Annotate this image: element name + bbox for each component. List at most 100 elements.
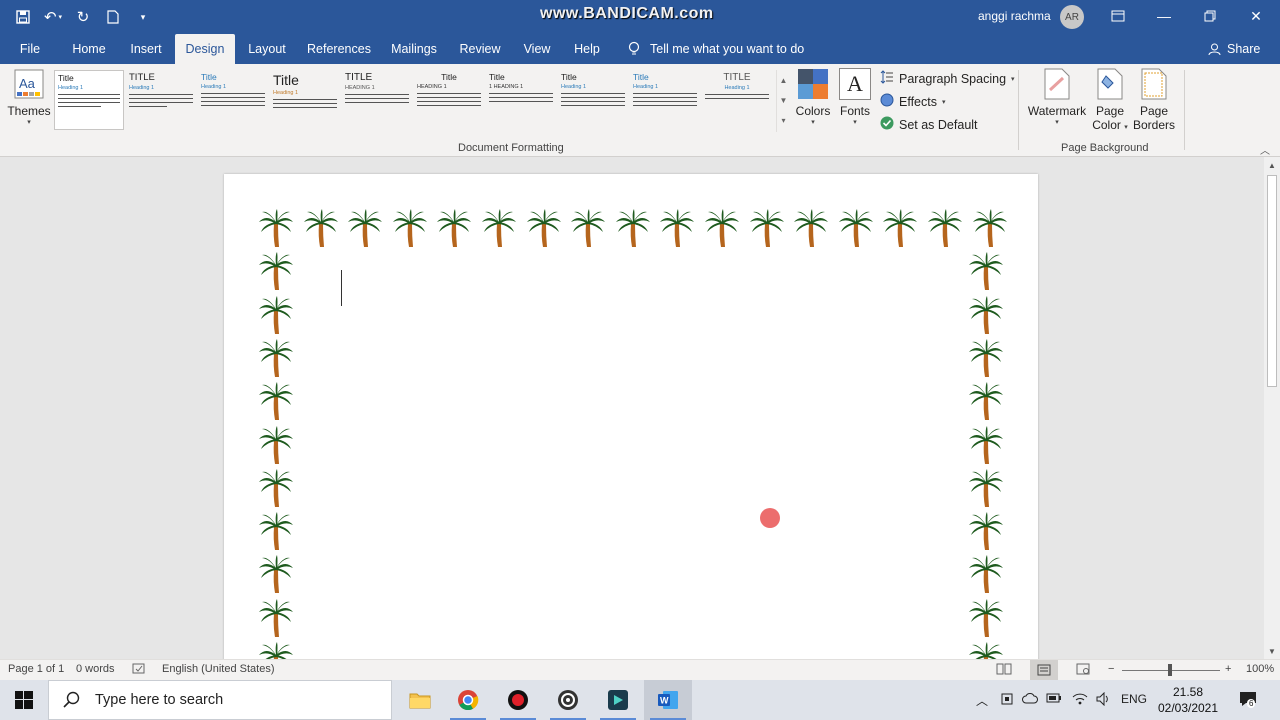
zoom-level[interactable]: 100% <box>1246 663 1274 675</box>
palm-tree-border-art <box>259 642 293 659</box>
tab-view[interactable]: View <box>516 34 558 64</box>
page-borders-icon <box>1132 68 1176 100</box>
scroll-down-icon[interactable]: ▼ <box>1264 643 1280 659</box>
tab-home[interactable]: Home <box>62 34 116 64</box>
save-icon[interactable] <box>10 6 36 28</box>
tab-references[interactable]: References <box>302 34 376 64</box>
taskbar-clock[interactable]: 21.58 02/03/2021 <box>1150 684 1226 716</box>
chevron-down-icon: ▾ <box>811 119 815 126</box>
collapse-ribbon-icon[interactable]: ︿ <box>1260 142 1270 157</box>
style-set-thumb[interactable]: Title Heading 1 <box>558 70 628 130</box>
palm-tree-border-art <box>615 209 650 247</box>
media-player-icon[interactable] <box>544 680 592 720</box>
bandicam-record-icon[interactable] <box>494 680 542 720</box>
style-set-thumb[interactable]: TITLE Heading 1 <box>126 70 196 130</box>
zoom-out-icon[interactable]: − <box>1108 663 1114 675</box>
themes-button[interactable]: Aa Themes ▾ <box>6 68 52 126</box>
file-explorer-icon[interactable] <box>396 680 444 720</box>
show-hidden-icons-chevron-icon[interactable]: ︿ <box>976 692 988 709</box>
windows-start-icon[interactable] <box>0 680 48 720</box>
input-language[interactable]: ENG <box>1121 692 1147 706</box>
windows-taskbar: Type here to search W ︿ ENG 21.58 02/03/… <box>0 680 1280 720</box>
word-count[interactable]: 0 words <box>76 663 115 675</box>
taskbar-search-box[interactable]: Type here to search <box>48 680 392 720</box>
wifi-icon[interactable] <box>1072 692 1088 709</box>
scrollbar-thumb[interactable] <box>1267 175 1277 387</box>
palm-tree-border-art <box>259 338 293 377</box>
style-set-thumb[interactable]: Title Heading 1 <box>270 70 340 130</box>
paragraph-spacing-button[interactable]: Paragraph Spacing ▾ <box>880 70 1015 87</box>
device-icon[interactable] <box>1000 692 1014 709</box>
volume-icon[interactable] <box>1096 691 1112 709</box>
recording-watermark: www.BANDICAM.com <box>540 5 714 22</box>
effects-button[interactable]: Effects ▾ <box>880 93 946 110</box>
page-color-button[interactable]: Page Color ▾ <box>1090 68 1130 132</box>
tab-mailings[interactable]: Mailings <box>384 34 444 64</box>
redo-icon[interactable]: ↻ <box>70 6 96 28</box>
minimize-icon[interactable]: — <box>1141 0 1187 32</box>
clock-date: 02/03/2021 <box>1157 701 1219 715</box>
palm-tree-border-art <box>526 209 561 247</box>
chrome-icon[interactable] <box>444 680 492 720</box>
style-set-thumb[interactable]: Title 1 HEADING 1 <box>486 70 556 130</box>
tab-file[interactable]: File <box>8 34 52 64</box>
notification-center-icon[interactable]: 6 <box>1238 690 1258 711</box>
page-borders-button[interactable]: Page Borders <box>1132 68 1176 132</box>
tab-insert[interactable]: Insert <box>122 34 170 64</box>
style-set-thumb[interactable]: TITLE Heading 1 <box>702 70 772 130</box>
palm-tree-border-art <box>794 209 829 247</box>
ribbon-display-options-icon[interactable] <box>1095 0 1141 32</box>
colors-icon <box>794 68 832 100</box>
set-as-default-button[interactable]: Set as Default <box>880 116 978 133</box>
style-set-thumb[interactable]: Title Heading 1 <box>630 70 700 130</box>
style-set-thumb[interactable]: Title Heading 1 <box>198 70 268 130</box>
tab-help[interactable]: Help <box>568 34 606 64</box>
web-layout-icon[interactable] <box>1076 663 1090 678</box>
close-icon[interactable]: ✕ <box>1233 0 1279 32</box>
share-button[interactable]: Share <box>1208 34 1260 64</box>
status-bar: Page 1 of 1 0 words English (United Stat… <box>0 659 1280 680</box>
proofing-icon[interactable] <box>132 663 146 678</box>
cloud-icon[interactable] <box>1022 692 1038 707</box>
video-editor-icon[interactable] <box>594 680 642 720</box>
palm-tree-border-art <box>259 295 293 334</box>
palm-tree-border-art <box>749 209 784 247</box>
customize-qat-icon[interactable]: ▾ <box>130 6 156 28</box>
fonts-button[interactable]: A Fonts ▾ <box>836 68 874 126</box>
user-name[interactable]: anggi rachma <box>978 9 1051 23</box>
vertical-scrollbar[interactable]: ▲ ▼ <box>1264 157 1280 659</box>
undo-icon[interactable]: ↶ ▾ <box>40 6 66 28</box>
print-layout-icon[interactable] <box>1030 660 1058 680</box>
more-icon[interactable]: ▾ <box>777 110 790 130</box>
palm-tree-border-art <box>392 209 427 247</box>
battery-icon[interactable] <box>1046 692 1062 707</box>
zoom-in-icon[interactable]: + <box>1225 663 1231 675</box>
palm-tree-border-art <box>259 598 293 637</box>
zoom-slider-thumb[interactable] <box>1168 664 1172 676</box>
new-document-icon[interactable] <box>100 6 126 28</box>
watermark-button[interactable]: Watermark ▾ <box>1026 68 1088 126</box>
gallery-scroll[interactable]: ▲ ▼ ▾ <box>776 70 790 132</box>
colors-button[interactable]: Colors ▾ <box>794 68 832 126</box>
style-set-thumb[interactable]: Title Heading 1 <box>54 70 124 130</box>
restore-icon[interactable] <box>1187 0 1233 32</box>
group-separator <box>1018 70 1019 150</box>
language-status[interactable]: English (United States) <box>162 663 275 675</box>
style-set-thumb[interactable]: TITLE HEADING 1 <box>342 70 412 130</box>
tab-layout[interactable]: Layout <box>240 34 294 64</box>
scroll-up-icon[interactable]: ▲ <box>1264 157 1280 173</box>
word-taskbar-icon[interactable]: W <box>644 680 692 720</box>
palm-tree-border-art <box>969 382 1003 421</box>
page-count[interactable]: Page 1 of 1 <box>8 663 64 675</box>
read-mode-icon[interactable] <box>996 663 1012 678</box>
tab-design[interactable]: Design <box>175 34 235 64</box>
style-set-thumb[interactable]: Title HEADING 1 <box>414 70 484 130</box>
avatar[interactable]: AR <box>1060 5 1084 29</box>
chevron-up-icon[interactable]: ▲ <box>777 70 790 90</box>
chevron-down-icon[interactable]: ▼ <box>777 90 790 110</box>
tab-review[interactable]: Review <box>454 34 506 64</box>
page-borders-label: Page Borders <box>1132 104 1176 132</box>
palm-tree-border-art <box>348 209 383 247</box>
document-page[interactable] <box>224 174 1038 659</box>
tell-me-search[interactable]: Tell me what you want to do <box>628 34 804 64</box>
